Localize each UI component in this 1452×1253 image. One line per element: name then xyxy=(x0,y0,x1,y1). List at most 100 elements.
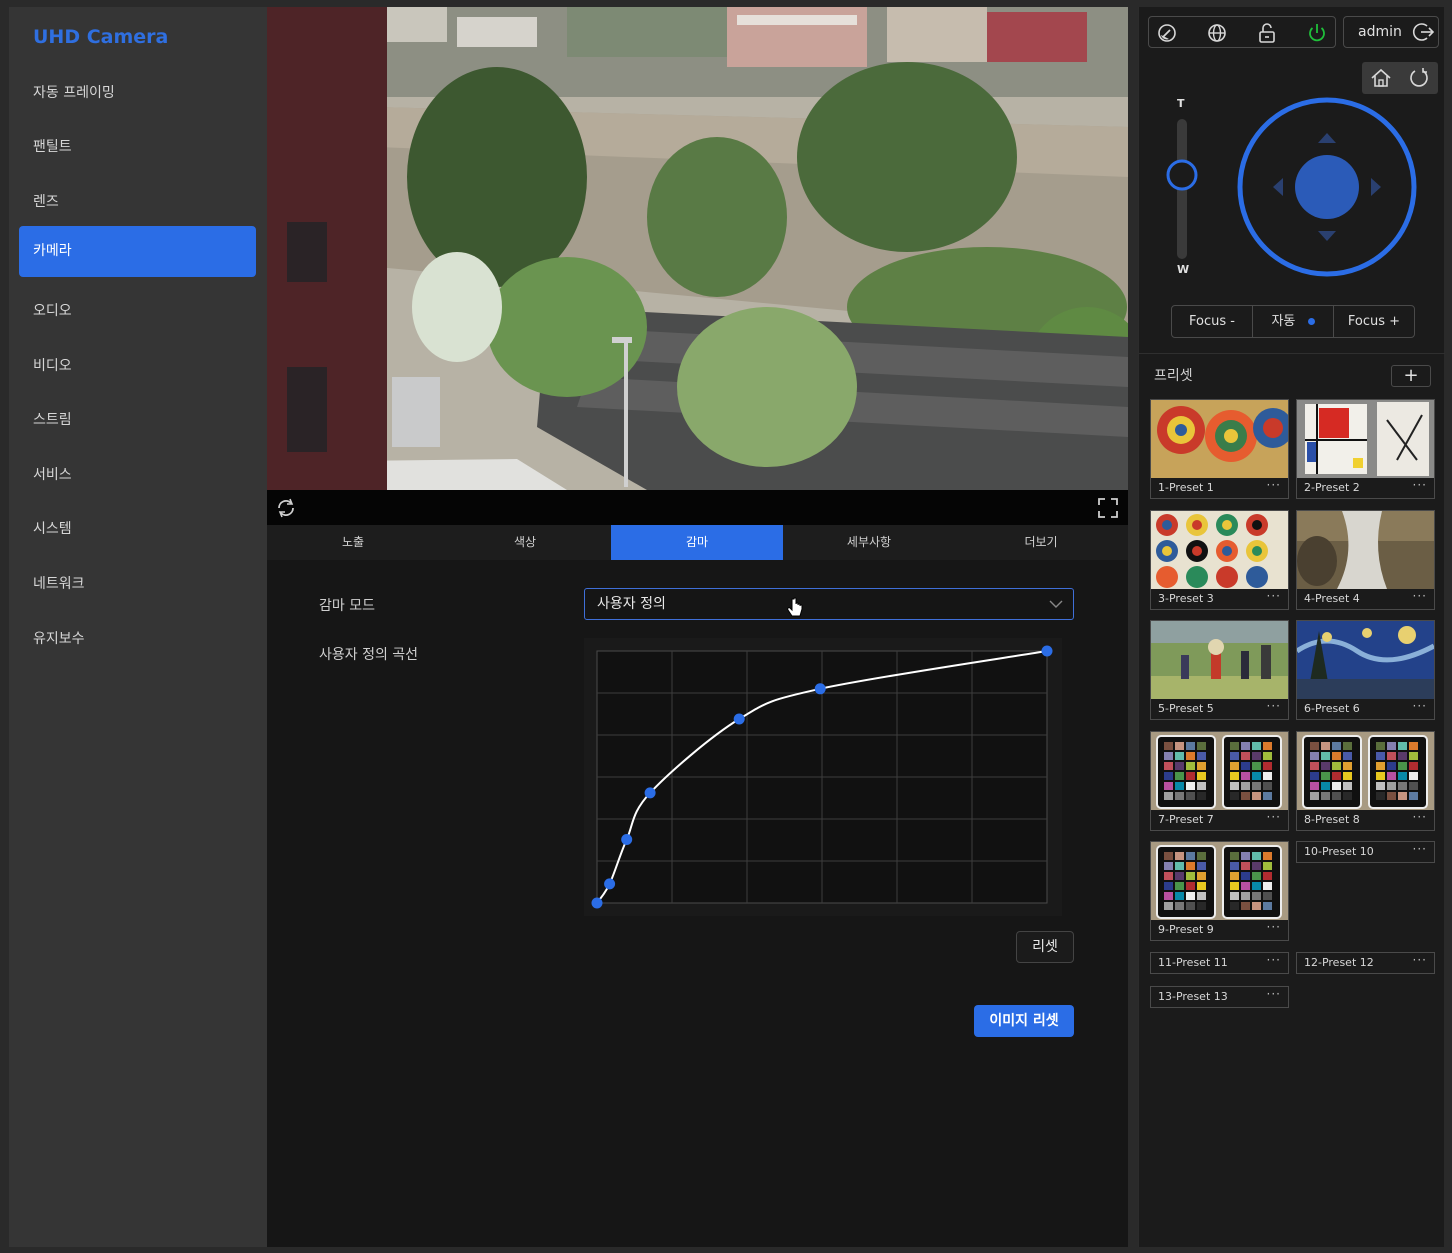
preset-thumbnail xyxy=(1297,400,1434,478)
preset-label: 4-Preset 4 xyxy=(1304,592,1360,605)
nav-item-pantilt[interactable]: 팬틸트 xyxy=(19,122,256,173)
nav-item-audio[interactable]: 오디오 xyxy=(19,286,256,337)
image-reset-button[interactable]: 이미지 리셋 xyxy=(974,1005,1074,1037)
more-options-icon[interactable]: ··· xyxy=(1413,475,1427,495)
preset-card-1[interactable]: 1-Preset 1 ··· xyxy=(1150,399,1289,499)
ptz-joystick[interactable] xyxy=(1235,95,1419,279)
more-options-icon[interactable]: ··· xyxy=(1413,807,1427,827)
tab-color[interactable]: 색상 xyxy=(439,525,611,560)
preset-label: 12-Preset 12 xyxy=(1304,956,1374,969)
refresh-stream-icon[interactable] xyxy=(273,495,299,521)
nav-item-auto-framing[interactable]: 자동 프레이밍 xyxy=(19,68,256,119)
auto-indicator-dot xyxy=(1307,318,1315,325)
sidebar: UHD Camera 자동 프레이밍 팬틸트 렌즈 카메라 오디오 비디오 스트… xyxy=(9,7,267,1247)
nav-item-lens[interactable]: 렌즈 xyxy=(19,177,256,228)
nav-item-system[interactable]: 시스템 xyxy=(19,504,256,555)
nav-item-camera[interactable]: 카메라 xyxy=(19,226,256,277)
curve-reset-button[interactable]: 리셋 xyxy=(1016,931,1074,963)
live-video-feed[interactable] xyxy=(267,7,1128,490)
curve-control-point-6[interactable] xyxy=(814,683,826,695)
preset-thumbnail xyxy=(1297,621,1434,699)
gamma-curve-chart[interactable] xyxy=(584,638,1062,916)
preset-card-2[interactable]: 2-Preset 2 ··· xyxy=(1296,399,1435,499)
preset-thumbnail xyxy=(1151,621,1288,699)
custom-curve-label: 사용자 정의 곡선 xyxy=(319,647,419,663)
preset-label: 6-Preset 6 xyxy=(1304,702,1360,715)
home-icon[interactable] xyxy=(1369,66,1393,90)
focus-auto-button[interactable]: 자동 xyxy=(1253,306,1334,337)
more-options-icon[interactable]: ··· xyxy=(1413,696,1427,716)
globe-icon[interactable] xyxy=(1205,21,1229,45)
preset-card-12[interactable]: 12-Preset 12 ··· xyxy=(1296,952,1435,974)
preset-card-5[interactable]: 5-Preset 5 ··· xyxy=(1150,620,1289,720)
joystick-knob[interactable] xyxy=(1295,155,1359,219)
tab-details[interactable]: 세부사항 xyxy=(783,525,955,560)
control-panel: admin T W Focus - 자동 Focus + 프리셋 + 1-Pre… xyxy=(1138,7,1445,1247)
preset-label: 13-Preset 13 xyxy=(1158,990,1228,1003)
preset-label: 2-Preset 2 xyxy=(1304,481,1360,494)
chevron-down-icon xyxy=(1049,600,1063,608)
curve-control-point-1[interactable] xyxy=(591,897,603,909)
preset-label: 3-Preset 3 xyxy=(1158,592,1214,605)
gamma-mode-value: 사용자 정의 xyxy=(597,596,666,612)
nav-item-service[interactable]: 서비스 xyxy=(19,450,256,501)
curve-control-point-5[interactable] xyxy=(733,713,745,725)
curve-control-point-4[interactable] xyxy=(644,787,656,799)
preset-card-7[interactable]: 7-Preset 7 ··· xyxy=(1150,731,1289,831)
logout-icon[interactable] xyxy=(1412,20,1436,44)
user-menu[interactable]: admin xyxy=(1343,16,1439,48)
focus-minus-button[interactable]: Focus - xyxy=(1172,306,1253,337)
curve-control-point-7[interactable] xyxy=(1041,645,1053,657)
zoom-slider-handle[interactable] xyxy=(1166,159,1198,191)
zoom-wide-label: W xyxy=(1177,263,1190,276)
preset-card-13[interactable]: 13-Preset 13 ··· xyxy=(1150,986,1289,1008)
more-options-icon[interactable]: ··· xyxy=(1267,950,1281,970)
gamma-mode-select[interactable]: 사용자 정의 xyxy=(584,588,1074,620)
nav-item-video[interactable]: 비디오 xyxy=(19,341,256,392)
more-options-icon[interactable]: ··· xyxy=(1267,807,1281,827)
curve-control-point-2[interactable] xyxy=(604,878,616,890)
preset-title: 프리셋 xyxy=(1154,368,1193,384)
preset-card-9[interactable]: 9-Preset 9 ··· xyxy=(1150,841,1289,941)
more-options-icon[interactable]: ··· xyxy=(1267,917,1281,937)
brand-title: UHD Camera xyxy=(33,26,169,48)
gamma-curve-editor[interactable] xyxy=(584,638,1062,916)
more-options-icon[interactable]: ··· xyxy=(1267,586,1281,606)
tab-more[interactable]: 더보기 xyxy=(955,525,1127,560)
main-panel: 노출 색상 감마 세부사항 더보기 감마 모드 사용자 정의 사용자 정의 곡선… xyxy=(267,7,1128,1247)
tab-exposure[interactable]: 노출 xyxy=(267,525,439,560)
zoom-slider[interactable] xyxy=(1165,113,1199,263)
more-options-icon[interactable]: ··· xyxy=(1413,950,1427,970)
focus-auto-label: 자동 xyxy=(1271,314,1296,329)
focus-plus-button[interactable]: Focus + xyxy=(1334,306,1414,337)
preset-card-4[interactable]: 4-Preset 4 ··· xyxy=(1296,510,1435,610)
preset-card-3[interactable]: 3-Preset 3 ··· xyxy=(1150,510,1289,610)
dashboard-icon[interactable] xyxy=(1155,21,1179,45)
more-options-icon[interactable]: ··· xyxy=(1267,696,1281,716)
tab-gamma[interactable]: 감마 xyxy=(611,525,783,560)
preset-card-6[interactable]: 6-Preset 6 ··· xyxy=(1296,620,1435,720)
preset-card-8[interactable]: 8-Preset 8 ··· xyxy=(1296,731,1435,831)
more-options-icon[interactable]: ··· xyxy=(1413,839,1427,859)
reset-ptz-icon[interactable] xyxy=(1407,66,1431,90)
nav-item-network[interactable]: 네트워크 xyxy=(19,559,256,610)
more-options-icon[interactable]: ··· xyxy=(1413,586,1427,606)
unlock-icon[interactable] xyxy=(1255,21,1279,45)
preset-card-10[interactable]: 10-Preset 10 ··· xyxy=(1296,841,1435,863)
fullscreen-icon[interactable] xyxy=(1095,495,1121,521)
more-options-icon[interactable]: ··· xyxy=(1267,984,1281,1004)
nav-item-maintenance[interactable]: 유지보수 xyxy=(19,614,256,665)
preset-label: 5-Preset 5 xyxy=(1158,702,1214,715)
preset-label: 1-Preset 1 xyxy=(1158,481,1214,494)
panel-divider xyxy=(1139,353,1445,354)
preset-thumbnail xyxy=(1151,842,1288,920)
power-icon[interactable] xyxy=(1305,21,1329,45)
top-toolbar xyxy=(1148,16,1336,48)
preset-thumbnail xyxy=(1151,400,1288,478)
add-preset-button[interactable]: + xyxy=(1391,365,1431,387)
curve-control-point-3[interactable] xyxy=(621,833,633,845)
preset-card-11[interactable]: 11-Preset 11 ··· xyxy=(1150,952,1289,974)
nav-item-stream[interactable]: 스트림 xyxy=(19,395,256,446)
preset-thumbnail xyxy=(1297,511,1434,589)
more-options-icon[interactable]: ··· xyxy=(1267,475,1281,495)
